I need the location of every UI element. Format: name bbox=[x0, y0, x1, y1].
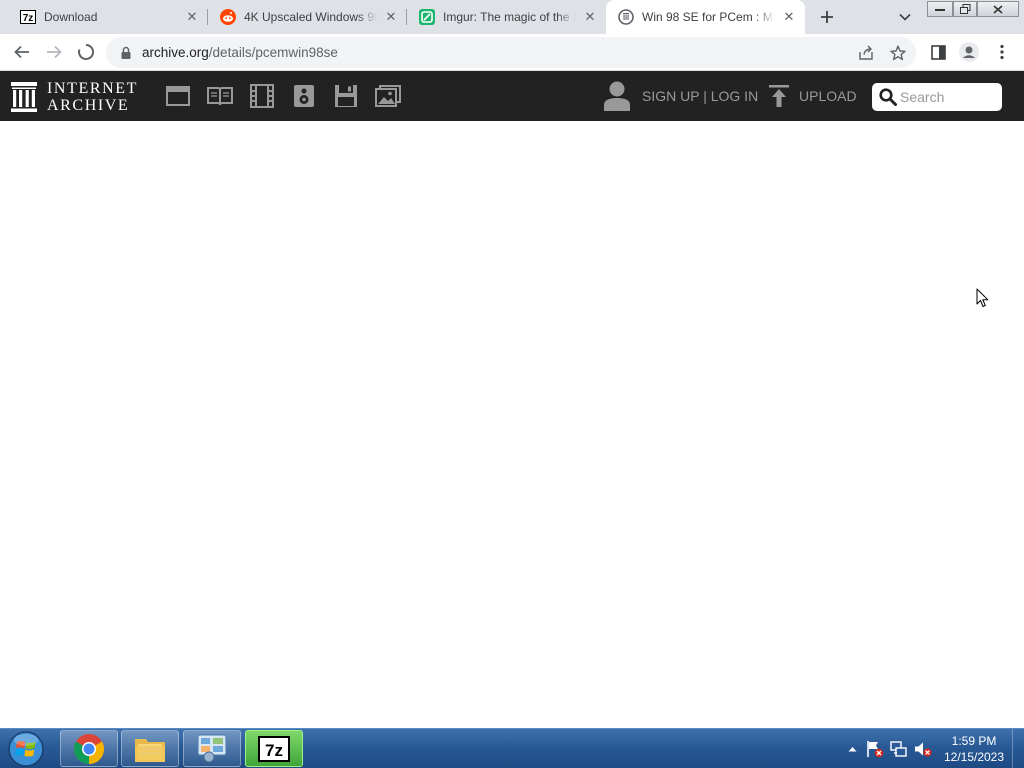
search-icon[interactable] bbox=[879, 88, 897, 106]
tab-download[interactable]: 7z Download ✕ bbox=[8, 0, 208, 34]
windows-taskbar: 7z 1:59 PM 12/15/2023 bbox=[0, 728, 1024, 768]
taskbar-explorer-button[interactable] bbox=[121, 730, 179, 767]
user-icon[interactable] bbox=[604, 81, 630, 111]
close-tab-icon[interactable]: ✕ bbox=[582, 9, 598, 25]
taskbar-control-panel-button[interactable] bbox=[183, 730, 241, 767]
mouse-cursor-icon bbox=[976, 288, 989, 307]
ia-top-nav: INTERNET ARCHIVE SIGN UP | LOG IN UPLOAD bbox=[0, 71, 1024, 121]
action-center-flag-icon[interactable] bbox=[866, 740, 884, 758]
video-icon[interactable] bbox=[249, 83, 275, 109]
ia-logo-line2: ARCHIVE bbox=[47, 97, 130, 114]
taskbar-7zip-button[interactable]: 7z bbox=[245, 730, 303, 767]
url-path: /details/pcemwin98se bbox=[208, 45, 338, 60]
volume-muted-icon[interactable] bbox=[914, 740, 932, 758]
close-window-button[interactable] bbox=[977, 1, 1019, 17]
7zip-icon: 7z bbox=[20, 9, 36, 25]
close-tab-icon[interactable]: ✕ bbox=[781, 9, 797, 25]
page-content bbox=[0, 121, 1024, 728]
close-tab-icon[interactable]: ✕ bbox=[383, 9, 399, 25]
back-button[interactable] bbox=[9, 39, 35, 65]
show-desktop-button[interactable] bbox=[1012, 729, 1024, 768]
bookmark-star-icon[interactable] bbox=[888, 43, 908, 63]
archive-building-icon bbox=[11, 82, 37, 112]
new-tab-button[interactable] bbox=[815, 5, 839, 29]
restore-icon bbox=[959, 4, 970, 14]
plus-icon bbox=[821, 11, 833, 23]
tab-search-button[interactable] bbox=[895, 5, 915, 29]
tab-strip: 7z Download ✕ 4K Upscaled Windows 98 ✕ I… bbox=[0, 0, 1024, 34]
taskbar-chrome-button[interactable] bbox=[60, 730, 118, 767]
windows-explorer-icon bbox=[135, 738, 165, 762]
search-input[interactable] bbox=[900, 89, 995, 105]
clock-date: 12/15/2023 bbox=[943, 750, 1005, 764]
profile-avatar-icon[interactable] bbox=[959, 42, 979, 62]
arrow-right-icon bbox=[47, 45, 62, 59]
tab-archive[interactable]: Win 98 SE for PCem : Mic ✕ bbox=[606, 0, 805, 34]
forward-button[interactable] bbox=[41, 39, 67, 65]
lock-icon bbox=[120, 46, 132, 60]
internet-archive-icon bbox=[618, 9, 634, 25]
reddit-icon bbox=[220, 9, 236, 25]
close-tab-icon[interactable]: ✕ bbox=[184, 9, 200, 25]
ia-logo[interactable]: INTERNET ARCHIVE bbox=[10, 80, 138, 114]
svg-text:7z: 7z bbox=[265, 741, 283, 760]
show-hidden-icons-icon[interactable] bbox=[843, 740, 861, 758]
start-button[interactable] bbox=[6, 730, 46, 768]
windows-start-orb-icon bbox=[8, 731, 44, 767]
imgur-icon bbox=[419, 9, 435, 25]
upload-link[interactable]: UPLOAD bbox=[799, 88, 857, 104]
software-icon[interactable] bbox=[333, 83, 359, 109]
clock-time: 1:59 PM bbox=[951, 734, 997, 748]
close-icon bbox=[993, 4, 1003, 14]
tab-title: Win 98 SE for PCem : Mic bbox=[642, 10, 775, 24]
side-panel-icon[interactable] bbox=[928, 42, 948, 62]
web-icon[interactable] bbox=[165, 83, 191, 109]
ia-logo-line1: INTERNET bbox=[47, 80, 139, 97]
tab-title: Download bbox=[44, 10, 98, 24]
audio-icon[interactable] bbox=[291, 83, 317, 109]
tab-imgur[interactable]: Imgur: The magic of the I ✕ bbox=[407, 0, 606, 34]
minimize-window-button[interactable] bbox=[927, 1, 953, 17]
ia-search-box[interactable] bbox=[872, 83, 1002, 111]
ia-logo-text: INTERNET ARCHIVE bbox=[47, 80, 138, 114]
chrome-icon bbox=[73, 733, 105, 764]
network-icon[interactable] bbox=[890, 740, 908, 758]
texts-icon[interactable] bbox=[207, 83, 233, 109]
browser-toolbar: archive.org/details/pcemwin98se bbox=[0, 34, 1024, 71]
loading-spinner-icon bbox=[78, 43, 95, 60]
stop-loading-button[interactable] bbox=[73, 39, 99, 65]
tab-reddit[interactable]: 4K Upscaled Windows 98 ✕ bbox=[208, 0, 407, 34]
system-clock[interactable]: 1:59 PM 12/15/2023 bbox=[940, 733, 1008, 765]
share-icon[interactable] bbox=[856, 43, 876, 63]
kebab-menu-icon[interactable] bbox=[992, 42, 1012, 62]
minimize-icon bbox=[935, 9, 945, 11]
url-text: archive.org/details/pcemwin98se bbox=[142, 45, 338, 60]
tab-title: 4K Upscaled Windows 98 bbox=[244, 10, 377, 24]
tab-title: Imgur: The magic of the I bbox=[443, 10, 576, 24]
7zip-icon: 7z bbox=[258, 735, 290, 762]
signup-login-link[interactable]: SIGN UP | LOG IN bbox=[642, 88, 758, 104]
address-bar[interactable]: archive.org/details/pcemwin98se bbox=[106, 37, 916, 68]
images-icon[interactable] bbox=[375, 83, 401, 109]
chevron-down-icon bbox=[899, 13, 911, 21]
url-domain: archive.org bbox=[142, 45, 209, 60]
control-panel-icon bbox=[197, 734, 227, 762]
arrow-left-icon bbox=[14, 45, 29, 59]
upload-icon[interactable] bbox=[769, 85, 789, 107]
svg-text:7z: 7z bbox=[23, 13, 34, 24]
restore-window-button[interactable] bbox=[953, 1, 977, 17]
